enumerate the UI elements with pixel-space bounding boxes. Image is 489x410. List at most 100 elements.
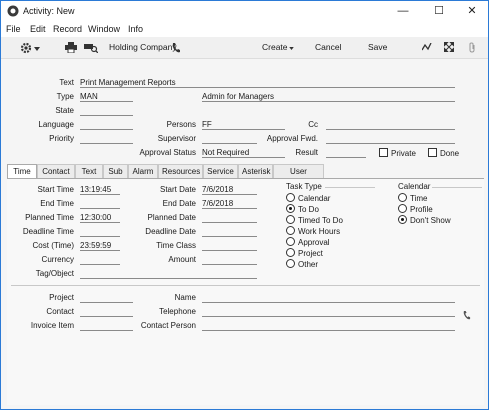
cost-time-label: Cost (Time): [32, 241, 74, 250]
start-time-field[interactable]: 13:19:45: [80, 185, 120, 195]
save-button[interactable]: Save: [368, 42, 387, 52]
approval-fwd-field[interactable]: [326, 134, 455, 144]
create-chevron-icon[interactable]: [289, 47, 294, 50]
tab-time[interactable]: Time: [7, 164, 37, 179]
company-name: Holding Company: [109, 42, 177, 52]
done-checkbox[interactable]: [428, 148, 437, 157]
phone-icon[interactable]: [172, 42, 181, 53]
tab-contact[interactable]: Contact: [37, 164, 75, 178]
start-date-field[interactable]: 7/6/2018: [202, 185, 257, 195]
approval-fwd-label: Approval Fwd.: [266, 134, 318, 143]
section-divider: [11, 285, 480, 286]
contact-person-label: Contact Person: [140, 321, 196, 330]
menu-record[interactable]: Record: [53, 24, 82, 34]
tag-object-label: Tag/Object: [35, 269, 74, 278]
tab-sub[interactable]: Sub: [103, 164, 128, 178]
create-button[interactable]: Create: [262, 42, 288, 52]
end-time-field[interactable]: [80, 199, 120, 209]
close-button[interactable]: ✕: [455, 1, 489, 22]
persons-field[interactable]: FF: [202, 120, 285, 130]
task-type-timed-todo-label: Timed To Do: [298, 216, 343, 225]
amount-label: Amount: [168, 255, 196, 264]
expand-icon[interactable]: [444, 42, 454, 52]
invoice-item-field[interactable]: [80, 321, 133, 331]
tab-text[interactable]: Text: [75, 164, 103, 178]
planned-time-field[interactable]: 12:30:00: [80, 213, 120, 223]
tab-resources[interactable]: Resources: [158, 164, 203, 178]
task-type-work-hours-radio[interactable]: [286, 226, 295, 235]
tab-asterisk[interactable]: Asterisk: [238, 164, 273, 178]
cancel-button[interactable]: Cancel: [315, 42, 341, 52]
project-field[interactable]: [80, 293, 133, 303]
calendar-time-radio[interactable]: [398, 193, 407, 202]
minimize-button[interactable]: —: [386, 1, 420, 22]
text-field[interactable]: Print Management Reports: [80, 78, 455, 88]
name-field[interactable]: [202, 293, 455, 303]
task-type-approval-radio[interactable]: [286, 237, 295, 246]
type-field[interactable]: MAN: [80, 92, 133, 102]
priority-field[interactable]: [80, 134, 133, 144]
tag-object-field[interactable]: [80, 269, 257, 279]
chevron-down-icon[interactable]: [34, 47, 40, 51]
activity-chart-icon[interactable]: [422, 43, 432, 52]
cc-field[interactable]: [326, 120, 455, 130]
menu-bar: File Edit Record Window Info: [1, 22, 488, 37]
supervisor-field[interactable]: [202, 134, 257, 144]
window-title: Activity: New: [23, 6, 75, 16]
deadline-time-label: Deadline Time: [22, 227, 74, 236]
time-class-label: Time Class: [156, 241, 196, 250]
approval-status-field[interactable]: Not Required: [202, 148, 285, 158]
task-type-divider: [325, 187, 375, 188]
contact-person-field[interactable]: [202, 321, 455, 331]
maximize-button[interactable]: ☐: [422, 1, 456, 22]
end-date-label: End Date: [162, 199, 196, 208]
toolbar: Holding Company Create Cancel Save: [1, 37, 488, 59]
approval-status-label: Approval Status: [139, 148, 196, 157]
state-field[interactable]: [80, 106, 133, 116]
calendar-divider: [432, 187, 482, 188]
task-type-timed-todo-radio[interactable]: [286, 215, 295, 224]
start-time-label: Start Time: [37, 185, 74, 194]
telephone-field[interactable]: [202, 307, 455, 317]
currency-label: Currency: [41, 255, 74, 264]
cost-time-field[interactable]: 23:59:59: [80, 241, 120, 251]
calendar-dont-show-radio[interactable]: [398, 215, 407, 224]
deadline-date-field[interactable]: [202, 227, 257, 237]
gear-icon[interactable]: [20, 42, 32, 54]
tab-alarm[interactable]: Alarm: [128, 164, 158, 178]
print-icon[interactable]: [65, 42, 77, 53]
calendar-dont-show-label: Don't Show: [410, 216, 451, 225]
invoice-item-label: Invoice Item: [30, 321, 74, 330]
cc-label: Cc: [308, 120, 318, 129]
time-class-field[interactable]: [202, 241, 257, 251]
menu-info[interactable]: Info: [128, 24, 143, 34]
priority-label: Priority: [49, 134, 74, 143]
state-label: State: [55, 106, 74, 115]
end-date-field[interactable]: 7/6/2018: [202, 199, 257, 209]
language-field[interactable]: [80, 120, 133, 130]
tab-user-defined[interactable]: User Defined: [273, 164, 324, 189]
contact-field[interactable]: [80, 307, 133, 317]
deadline-time-field[interactable]: [80, 227, 120, 237]
menu-file[interactable]: File: [6, 24, 21, 34]
type-label: Type: [56, 92, 74, 101]
print-preview-icon[interactable]: [84, 42, 98, 53]
calendar-time-label: Time: [410, 194, 428, 203]
menu-window[interactable]: Window: [88, 24, 120, 34]
attachment-icon[interactable]: [468, 42, 476, 53]
task-type-project-radio[interactable]: [286, 248, 295, 257]
currency-field[interactable]: [80, 255, 120, 265]
dial-phone-icon[interactable]: [463, 310, 471, 320]
tab-service[interactable]: Service: [203, 164, 238, 178]
task-type-calendar-radio[interactable]: [286, 193, 295, 202]
amount-field[interactable]: [202, 255, 257, 265]
language-label: Language: [38, 120, 74, 129]
planned-date-field[interactable]: [202, 213, 257, 223]
private-checkbox[interactable]: [379, 148, 388, 157]
calendar-profile-radio[interactable]: [398, 204, 407, 213]
result-field[interactable]: [326, 148, 366, 158]
task-type-other-radio[interactable]: [286, 259, 295, 268]
task-type-todo-label: To Do: [298, 205, 319, 214]
menu-edit[interactable]: Edit: [30, 24, 46, 34]
task-type-todo-radio[interactable]: [286, 204, 295, 213]
